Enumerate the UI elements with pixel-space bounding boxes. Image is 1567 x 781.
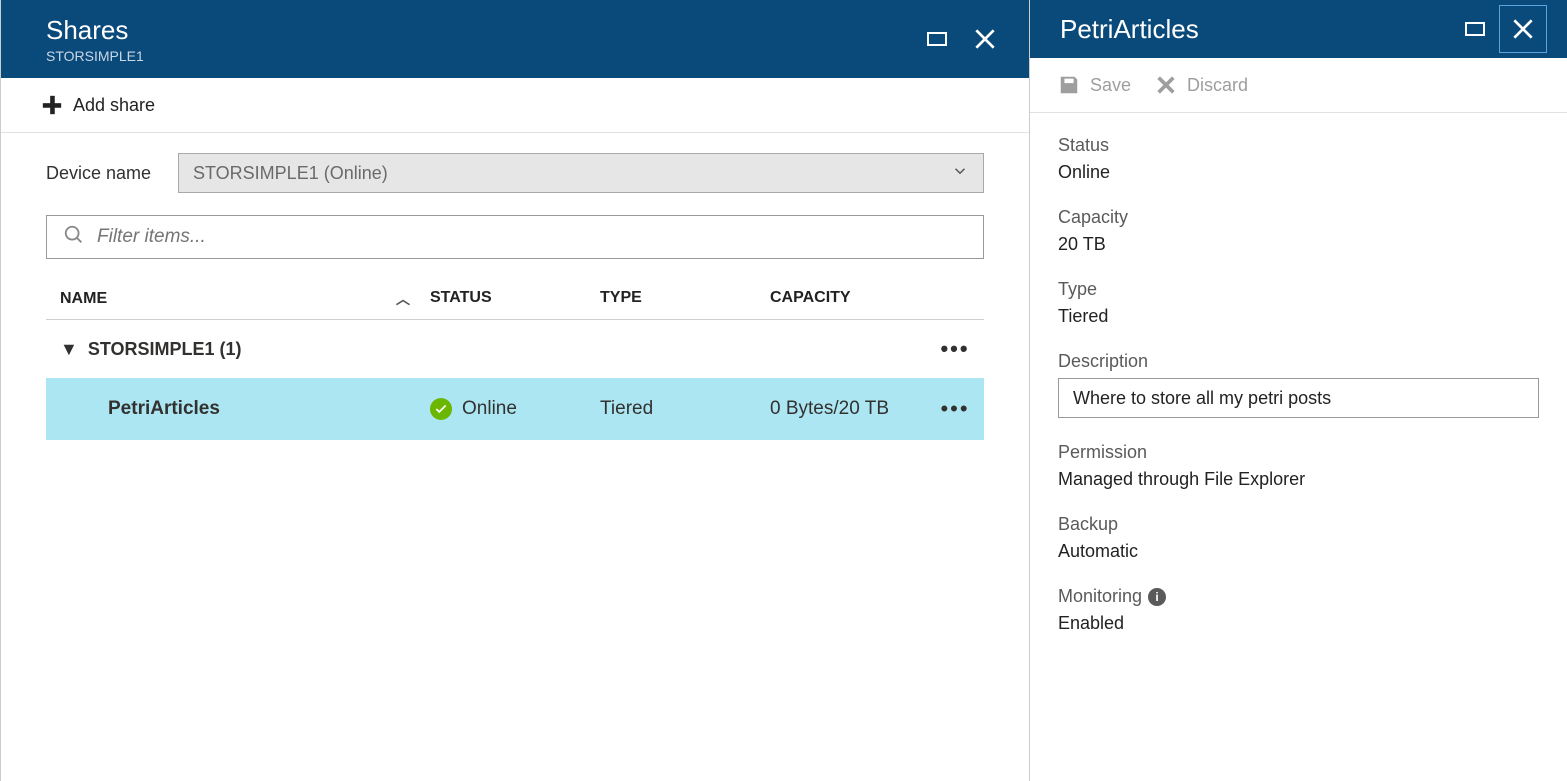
shares-title-block: Shares STORSIMPLE1: [46, 15, 144, 64]
group-label-block: ▼ STORSIMPLE1 (1): [60, 339, 242, 360]
device-select-value: STORSIMPLE1 (Online): [193, 163, 388, 184]
status-value: Online: [1058, 162, 1539, 183]
backup-label: Backup: [1058, 514, 1539, 535]
sort-asc-icon: ︿: [396, 289, 430, 309]
details-title: PetriArticles: [1060, 14, 1199, 45]
backup-value: Automatic: [1058, 541, 1539, 562]
shares-toolbar: Add share: [1, 78, 1029, 133]
status-label: Status: [1058, 135, 1539, 156]
type-value: Tiered: [1058, 306, 1539, 327]
shares-header: Shares STORSIMPLE1: [1, 0, 1029, 78]
device-name-label: Device name: [46, 163, 164, 184]
capacity-label: Capacity: [1058, 207, 1539, 228]
permission-value: Managed through File Explorer: [1058, 469, 1539, 490]
table-row[interactable]: PetriArticles Online Tiered 0 Bytes/20 T…: [46, 378, 984, 440]
monitoring-value: Enabled: [1058, 613, 1539, 634]
save-button[interactable]: Save: [1058, 74, 1131, 96]
group-label: STORSIMPLE1 (1): [88, 339, 242, 360]
column-type[interactable]: TYPE: [600, 289, 770, 309]
close-icon[interactable]: [961, 15, 1009, 63]
search-icon: [63, 224, 85, 251]
shares-subtitle: STORSIMPLE1: [46, 48, 144, 64]
info-icon[interactable]: i: [1148, 588, 1166, 606]
more-icon[interactable]: •••: [940, 396, 970, 422]
details-header-actions: [1451, 5, 1547, 53]
add-share-button[interactable]: Add share: [41, 94, 155, 116]
details-header: PetriArticles: [1030, 0, 1567, 58]
row-status-text: Online: [462, 398, 517, 420]
table-header: NAME ︿ STATUS TYPE CAPACITY: [46, 279, 984, 320]
restore-icon[interactable]: [1451, 5, 1499, 53]
monitoring-label: Monitoring: [1058, 586, 1142, 607]
description-label: Description: [1058, 351, 1539, 372]
row-capacity: 0 Bytes/20 TB •••: [770, 396, 970, 422]
restore-icon[interactable]: [913, 15, 961, 63]
shares-content: Device name STORSIMPLE1 (Online) NAME ︿ …: [1, 133, 1029, 460]
capacity-value: 20 TB: [1058, 234, 1539, 255]
monitoring-label-row: Monitoring i: [1058, 586, 1539, 607]
save-label: Save: [1090, 75, 1131, 96]
device-select[interactable]: STORSIMPLE1 (Online): [178, 153, 984, 193]
group-row[interactable]: ▼ STORSIMPLE1 (1) •••: [46, 320, 984, 378]
row-status: Online: [430, 398, 600, 420]
details-toolbar: Save Discard: [1030, 58, 1567, 113]
column-status[interactable]: STATUS: [430, 289, 600, 309]
column-capacity[interactable]: CAPACITY: [770, 289, 970, 309]
discard-label: Discard: [1187, 75, 1248, 96]
filter-input[interactable]: [97, 226, 967, 248]
device-row: Device name STORSIMPLE1 (Online): [46, 153, 984, 193]
filter-box[interactable]: [46, 215, 984, 259]
shares-header-actions: [913, 15, 1009, 63]
details-content: Status Online Capacity 20 TB Type Tiered…: [1030, 113, 1567, 680]
more-icon[interactable]: •••: [940, 336, 970, 362]
shares-title: Shares: [46, 15, 144, 46]
chevron-down-icon: [951, 162, 969, 185]
shares-blade: Shares STORSIMPLE1 Add share Device name…: [0, 0, 1030, 781]
close-icon[interactable]: [1499, 5, 1547, 53]
discard-button[interactable]: Discard: [1155, 74, 1248, 96]
row-type: Tiered: [600, 398, 770, 420]
details-blade: PetriArticles Save Discard Status Online…: [1030, 0, 1567, 781]
column-name[interactable]: NAME ︿: [60, 289, 430, 309]
type-label: Type: [1058, 279, 1539, 300]
caret-down-icon: ▼: [60, 339, 78, 360]
check-icon: [430, 398, 452, 420]
permission-label: Permission: [1058, 442, 1539, 463]
add-share-label: Add share: [73, 95, 155, 116]
row-name: PetriArticles: [60, 398, 430, 420]
description-field[interactable]: [1058, 378, 1539, 418]
